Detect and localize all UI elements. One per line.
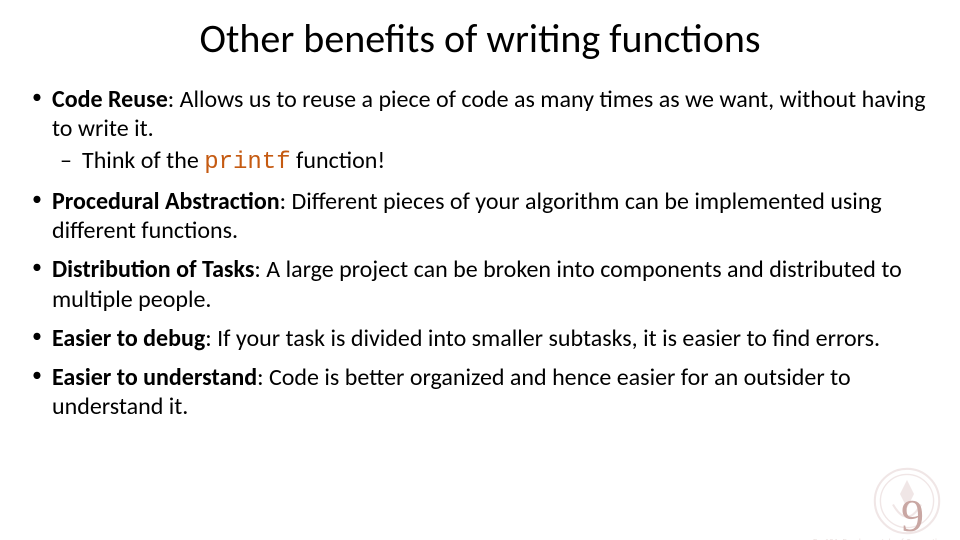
code-literal: printf (204, 149, 290, 176)
bullet-item: Distribution of Tasks: A large project c… (22, 255, 930, 314)
bullet-bold: Distribution of Tasks (52, 255, 254, 284)
bullet-bold: Easier to understand (52, 363, 257, 392)
sub-pre: Think of the (82, 146, 204, 175)
sub-bullet-item: Think of the printf function! (52, 146, 930, 177)
bullet-item: Code Reuse: Allows us to reuse a piece o… (22, 85, 930, 177)
bullet-item: Procedural Abstraction: Different pieces… (22, 187, 930, 246)
bullet-text: : If your task is divided into smaller s… (205, 324, 880, 353)
slide-title: Other benefits of writing functions (0, 14, 960, 63)
bullet-text: : Allows us to reuse a piece of code as … (52, 85, 926, 143)
bullet-item: Easier to understand: Code is better org… (22, 363, 930, 422)
bullet-item: Easier to debug: If your task is divided… (22, 324, 930, 353)
sub-post: function! (291, 146, 386, 175)
page-number: 9 (901, 489, 924, 540)
slide-body: Code Reuse: Allows us to reuse a piece o… (0, 85, 960, 422)
bullet-bold: Code Reuse (52, 85, 168, 114)
bullet-bold: Procedural Abstraction (52, 187, 280, 216)
bullet-bold: Easier to debug (52, 324, 205, 353)
